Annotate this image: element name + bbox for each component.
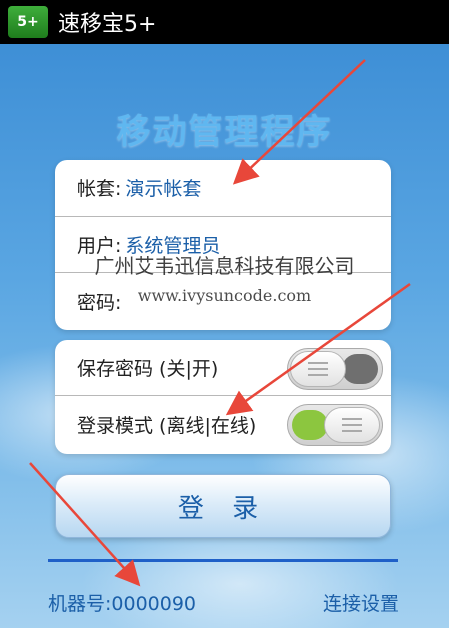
watermark-url: www.ivysuncode.com	[137, 286, 312, 305]
login-mode-row: 登录模式 (离线|在线)	[55, 396, 391, 452]
account-set-value: 演示帐套	[125, 178, 202, 201]
toggle-track	[342, 354, 378, 384]
title-bar: 5+ 速移宝5+	[0, 0, 449, 44]
account-set-label: 帐套:	[77, 178, 122, 201]
watermark-company: 广州艾韦迅信息科技有限公司	[94, 254, 355, 278]
toggle-track	[292, 410, 328, 440]
connection-settings-link[interactable]: 连接设置	[323, 589, 399, 616]
page-title: 移动管理程序	[116, 112, 333, 152]
save-password-row: 保存密码 (关|开)	[55, 340, 391, 396]
machine-number: 机器号:0000090	[48, 593, 197, 615]
login-screen: 移动管理程序 帐套: 演示帐套 用户: 系统管理员 密码: 保存密码 (关|开)…	[0, 44, 449, 628]
app-icon: 5+	[8, 6, 48, 38]
save-password-toggle[interactable]	[287, 348, 383, 390]
login-mode-toggle[interactable]	[287, 404, 383, 446]
toggle-knob	[290, 351, 346, 387]
save-password-label: 保存密码 (关|开)	[77, 358, 219, 380]
divider	[48, 559, 398, 562]
login-mode-label: 登录模式 (离线|在线)	[77, 414, 257, 437]
login-button[interactable]: 登 录	[55, 474, 391, 538]
account-set-field[interactable]: 帐套: 演示帐套	[55, 160, 391, 217]
options-card: 保存密码 (关|开) 登录模式 (离线|在线)	[55, 340, 391, 454]
toggle-knob	[324, 407, 380, 443]
app-title: 速移宝5+	[58, 12, 157, 37]
